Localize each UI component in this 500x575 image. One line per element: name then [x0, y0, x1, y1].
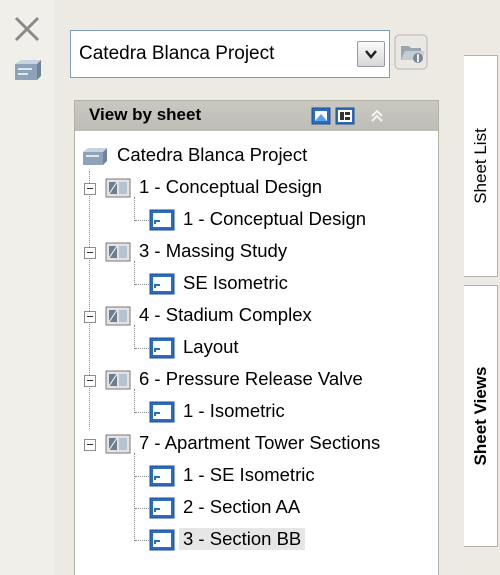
tree-view-item[interactable]: Layout [75, 333, 435, 363]
dropdown-button[interactable] [357, 41, 385, 67]
sheet-icon [105, 178, 131, 198]
tree-sheet-label: 6 - Pressure Release Valve [139, 368, 363, 389]
tree-view-item[interactable]: 1 - Isometric [75, 397, 435, 427]
view-icon [149, 401, 175, 423]
expand-toggle[interactable] [84, 183, 96, 195]
tab-sheet-views[interactable]: Sheet Views [464, 285, 498, 547]
new-view-icon [311, 107, 331, 125]
palette-tabs: Sheet List Sheet Views [464, 0, 500, 575]
view-icon [149, 337, 175, 359]
sheet-set-manager: Catedra Blanca Project View by sheet Cat… [0, 0, 500, 575]
open-project-button[interactable] [394, 34, 428, 70]
sheet-icon [105, 370, 131, 390]
view-icon [149, 465, 175, 487]
tree-view-item-selected[interactable]: 3 - Section BB [75, 525, 435, 555]
panel-title: View by sheet [89, 105, 202, 124]
close-button[interactable] [12, 14, 42, 44]
open-project-icon [394, 34, 428, 70]
tree-view-label: SE Isometric [183, 272, 288, 293]
properties-button[interactable] [13, 58, 41, 84]
sheet-set-icon [83, 148, 107, 165]
tree-view-item[interactable]: 1 - Conceptual Design [75, 205, 435, 235]
left-title-strip [0, 0, 55, 575]
expand-toggle[interactable] [84, 311, 96, 323]
tree-sheet-item[interactable]: 4 - Stadium Complex [75, 301, 435, 331]
tab-label: Sheet Views [470, 366, 490, 466]
chevron-up-icon [371, 109, 383, 122]
expand-toggle[interactable] [84, 247, 96, 259]
tree-view-label: 3 - Section BB [179, 528, 306, 550]
tree-sheet-item[interactable]: 7 - Apartment Tower Sections [75, 429, 437, 459]
place-view-button[interactable] [335, 107, 355, 125]
main-panel: Catedra Blanca Project View by sheet Cat… [54, 0, 464, 575]
tree-view-label: Layout [183, 336, 239, 357]
sheet-icon [105, 434, 131, 454]
new-view-button[interactable] [311, 107, 331, 125]
tree-sheet-item[interactable]: 1 - Conceptual Design [75, 173, 435, 203]
project-dropdown[interactable]: Catedra Blanca Project [70, 30, 390, 78]
view-icon [149, 209, 175, 231]
view-icon [149, 497, 175, 519]
tree-sheet-label: 7 - Apartment Tower Sections [139, 432, 381, 453]
place-view-icon [335, 107, 355, 125]
tree-sheet-label: 1 - Conceptual Design [139, 176, 323, 197]
panel-header: View by sheet [75, 101, 438, 131]
tree-view-label: 1 - Isometric [183, 400, 285, 421]
tab-sheet-list[interactable]: Sheet List [464, 55, 498, 277]
tab-label: Sheet List [470, 128, 490, 204]
sheet-icon [105, 242, 131, 262]
tree-view-label: 1 - Conceptual Design [183, 208, 367, 229]
tree-sheet-item[interactable]: 3 - Massing Study [75, 237, 435, 267]
tree-sheet-label: 3 - Massing Study [139, 240, 288, 261]
tree-root[interactable]: Catedra Blanca Project [75, 141, 435, 171]
properties-icon [15, 60, 41, 80]
tree-view-label: 2 - Section AA [183, 496, 301, 517]
tree-view-label: 1 - SE Isometric [183, 464, 315, 485]
close-icon [14, 16, 40, 42]
tree-root-label: Catedra Blanca Project [117, 144, 308, 165]
tree-sheet-label: 4 - Stadium Complex [139, 304, 312, 325]
tree-sheet-item[interactable]: 6 - Pressure Release Valve [75, 365, 435, 395]
project-dropdown-value: Catedra Blanca Project [79, 43, 275, 64]
expand-toggle[interactable] [84, 439, 96, 451]
tree-view-item[interactable]: SE Isometric [75, 269, 435, 299]
tree-view-item[interactable]: 2 - Section AA [75, 493, 435, 523]
expand-toggle[interactable] [84, 375, 96, 387]
tree-view-item[interactable]: 1 - SE Isometric [75, 461, 435, 491]
view-icon [149, 273, 175, 295]
sheet-icon [105, 306, 131, 326]
view-by-sheet-panel: View by sheet Catedra Blanca Project 1 -… [74, 100, 439, 575]
collapse-panel-button[interactable] [367, 107, 387, 125]
chevron-down-icon [365, 50, 377, 59]
view-icon [149, 529, 175, 551]
